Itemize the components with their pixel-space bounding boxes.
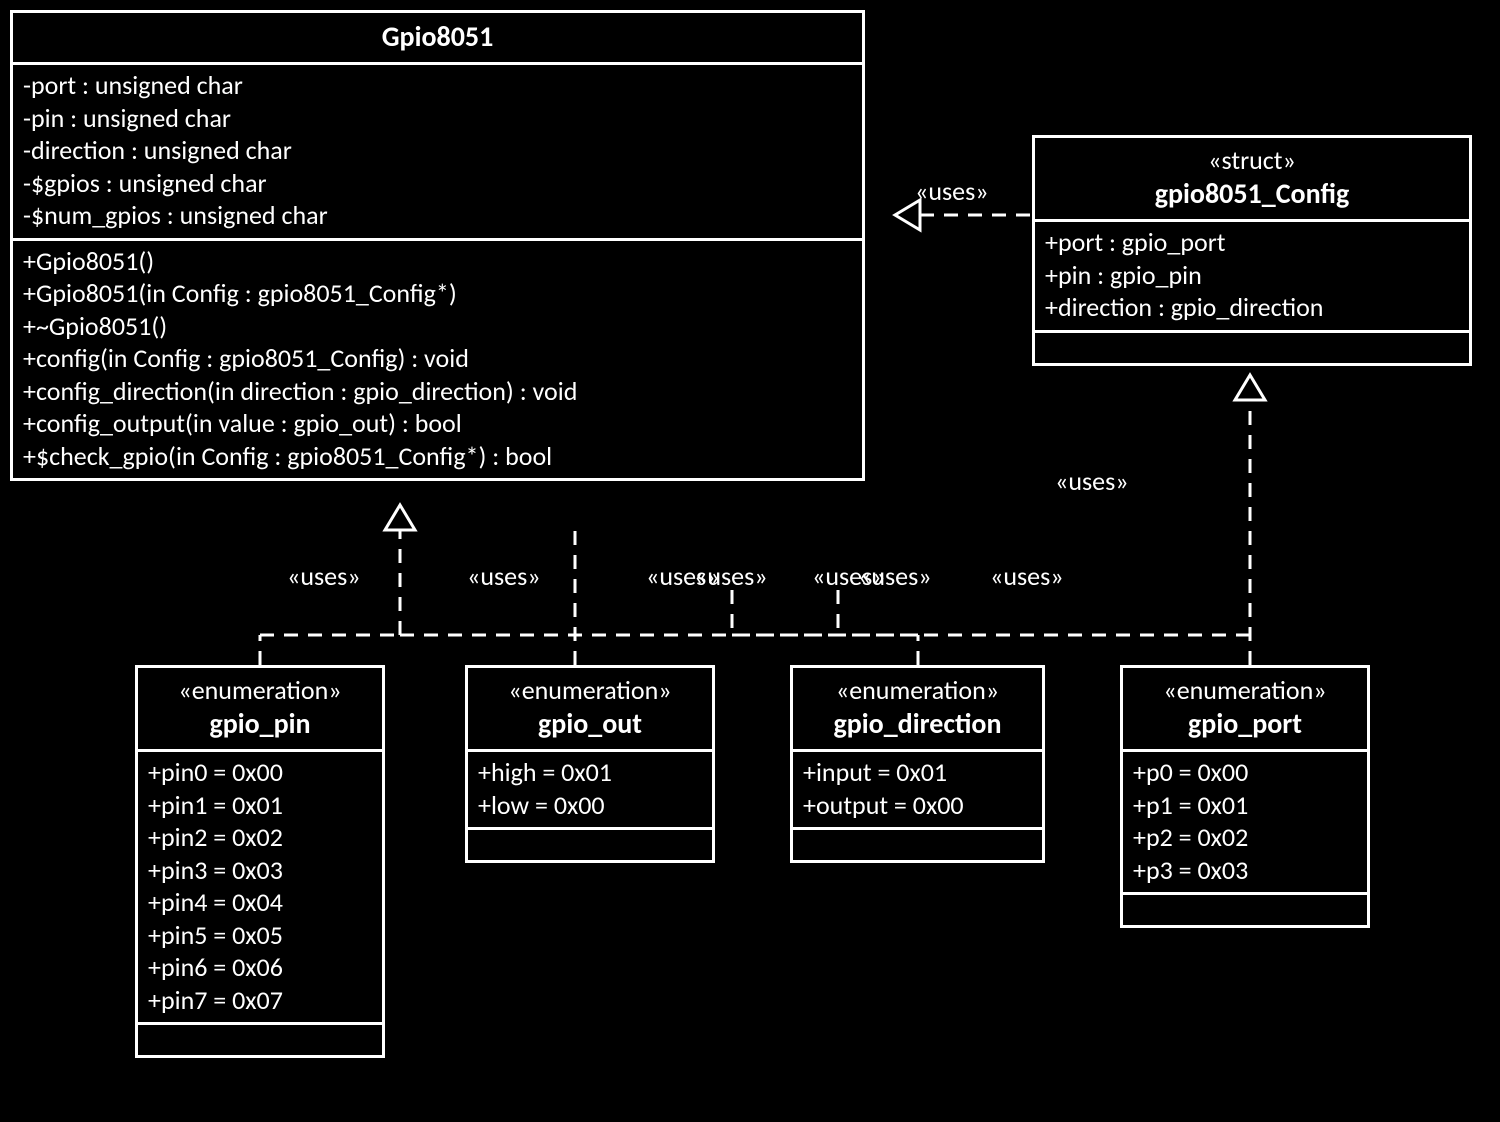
ops-empty	[468, 827, 712, 860]
uses-label: «uses»	[915, 175, 989, 207]
enum-gpio_port: «enumeration» gpio_port +p0 = 0x00 +p1 =…	[1120, 665, 1370, 928]
values: +p0 = 0x00 +p1 = 0x01 +p2 = 0x02 +p3 = 0…	[1123, 749, 1367, 892]
operations: +Gpio8051() +Gpio8051(in Config : gpio80…	[13, 238, 862, 479]
class-title: gpio8051_Config	[1045, 176, 1459, 211]
uses-label: «uses»	[467, 560, 541, 592]
class-title: gpio_direction	[803, 706, 1032, 741]
enum-gpio_out: «enumeration» gpio_out +high = 0x01 +low…	[465, 665, 715, 863]
uses-label: «uses»	[287, 560, 361, 592]
values: +pin0 = 0x00 +pin1 = 0x01 +pin2 = 0x02 +…	[138, 749, 382, 1022]
stereotype: «struct»	[1045, 144, 1459, 176]
stereotype: «enumeration»	[478, 674, 702, 706]
values: +input = 0x01 +output = 0x00	[793, 749, 1042, 827]
struct-gpio8051_Config: «struct» gpio8051_Config +port : gpio_po…	[1032, 135, 1472, 366]
operations-empty	[1035, 330, 1469, 363]
stereotype: «enumeration»	[148, 674, 372, 706]
uses-label: «uses»	[694, 560, 768, 592]
stereotype: «enumeration»	[1133, 674, 1357, 706]
ops-empty	[1123, 892, 1367, 925]
stereotype: «enumeration»	[803, 674, 1032, 706]
class-title: gpio_port	[1133, 706, 1357, 741]
uses-label: «uses»	[858, 560, 932, 592]
attributes: +port : gpio_port +pin : gpio_pin +direc…	[1035, 219, 1469, 330]
class-title: gpio_pin	[148, 706, 372, 741]
class-Gpio8051: Gpio8051 -port : unsigned char -pin : un…	[10, 10, 865, 481]
enum-gpio_pin: «enumeration» gpio_pin +pin0 = 0x00 +pin…	[135, 665, 385, 1058]
enum-gpio_direction: «enumeration» gpio_direction +input = 0x…	[790, 665, 1045, 863]
ops-empty	[793, 827, 1042, 860]
uml-canvas: Gpio8051 -port : unsigned char -pin : un…	[0, 0, 1500, 1122]
values: +high = 0x01 +low = 0x00	[468, 749, 712, 827]
uses-label: «uses»	[990, 560, 1064, 592]
attributes: -port : unsigned char -pin : unsigned ch…	[13, 62, 862, 238]
uses-label: «uses»	[1055, 465, 1129, 497]
class-title: gpio_out	[478, 706, 702, 741]
class-title: Gpio8051	[23, 19, 852, 54]
ops-empty	[138, 1022, 382, 1055]
